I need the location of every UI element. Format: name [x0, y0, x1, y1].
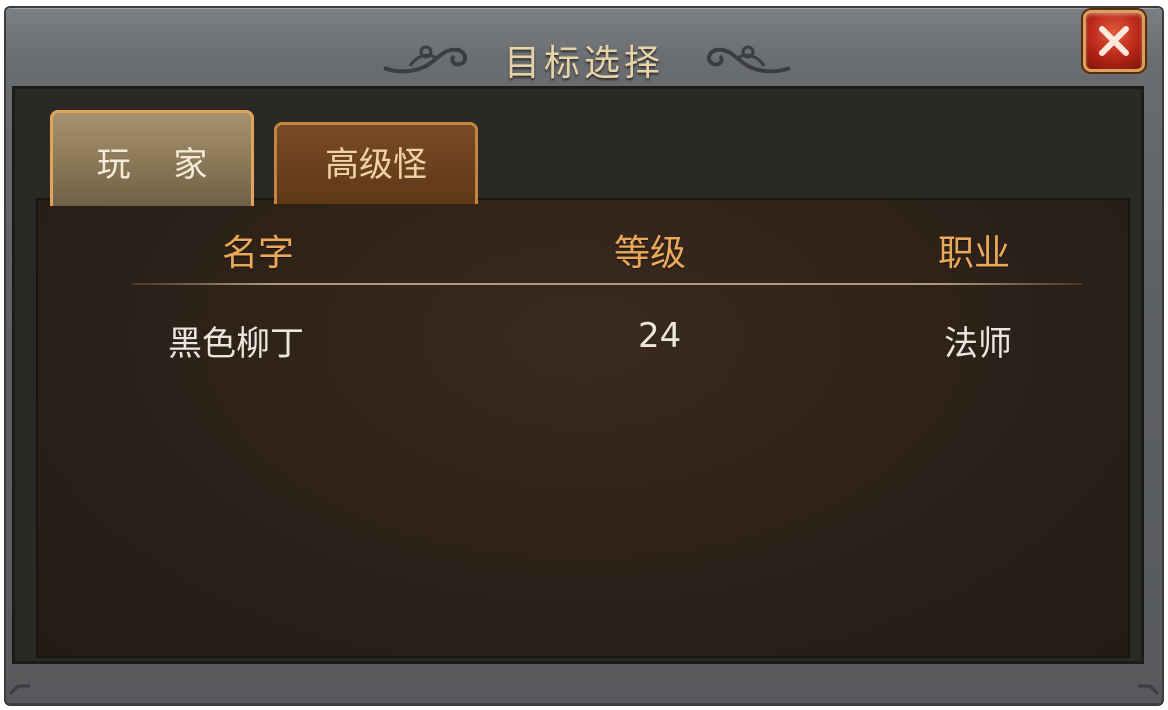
close-button[interactable]	[1083, 10, 1145, 72]
close-icon	[1099, 26, 1129, 56]
corner-ornament-left-icon	[8, 684, 30, 696]
header-divider	[132, 283, 1082, 285]
column-header-class: 职业	[938, 233, 1011, 274]
tab-elite-monsters[interactable]: 高级怪	[274, 122, 478, 204]
column-header-name: 名字	[222, 233, 295, 274]
row-level: 24	[638, 316, 682, 356]
corner-ornament-right-icon	[1138, 684, 1160, 696]
title-bar: 目标选择	[6, 8, 1162, 94]
table-row[interactable]: 黑色柳丁 24 法师	[130, 300, 1090, 370]
tab-players[interactable]: 玩 家	[50, 110, 254, 206]
scroll-ornament-right-icon	[707, 45, 791, 74]
row-name: 黑色柳丁	[168, 324, 304, 364]
window-title: 目标选择	[503, 43, 664, 84]
row-class: 法师	[944, 324, 1012, 364]
column-header-level: 等级	[614, 233, 687, 274]
